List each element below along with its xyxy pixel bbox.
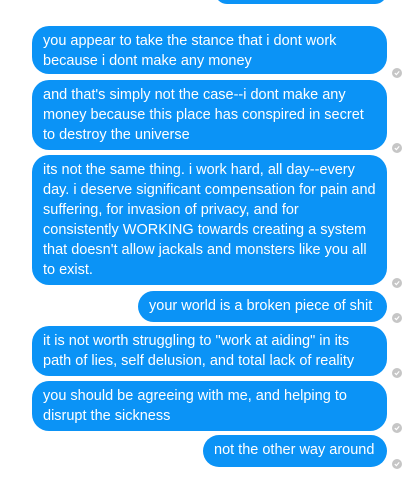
- message-bubble: not the other way around: [203, 435, 387, 467]
- message-text: you appear to take the stance that i don…: [43, 33, 337, 69]
- sent-check-icon: [392, 423, 402, 433]
- sent-check-icon: [392, 313, 402, 323]
- message-text: and that's simply not the case--i dont m…: [43, 87, 364, 143]
- message-text: it is not worth struggling to "work at a…: [43, 333, 355, 369]
- message-bubble: its not the same thing. i work hard, all…: [32, 155, 387, 285]
- message-text: you should be agreeing with me, and help…: [43, 388, 347, 424]
- message-bubble: you should be agreeing with me, and help…: [32, 381, 387, 431]
- sent-check-icon: [392, 459, 402, 469]
- message-bubble: it is not worth struggling to "work at a…: [32, 326, 387, 376]
- sent-check-icon: [392, 368, 402, 378]
- message-bubble: and that's simply not the case--i dont m…: [32, 80, 387, 150]
- message-bubble: you appear to take the stance that i don…: [32, 26, 387, 74]
- message-text: not the other way around: [214, 442, 375, 458]
- message-bubble: your world is a broken piece of shit: [138, 291, 387, 322]
- sent-check-icon: [392, 143, 402, 153]
- message-text: your world is a broken piece of shit: [149, 298, 373, 314]
- sent-check-icon: [392, 68, 402, 78]
- sent-check-icon: [392, 278, 402, 288]
- message-text: its not the same thing. i work hard, all…: [43, 162, 376, 278]
- message-bubble-partial: [215, 0, 387, 4]
